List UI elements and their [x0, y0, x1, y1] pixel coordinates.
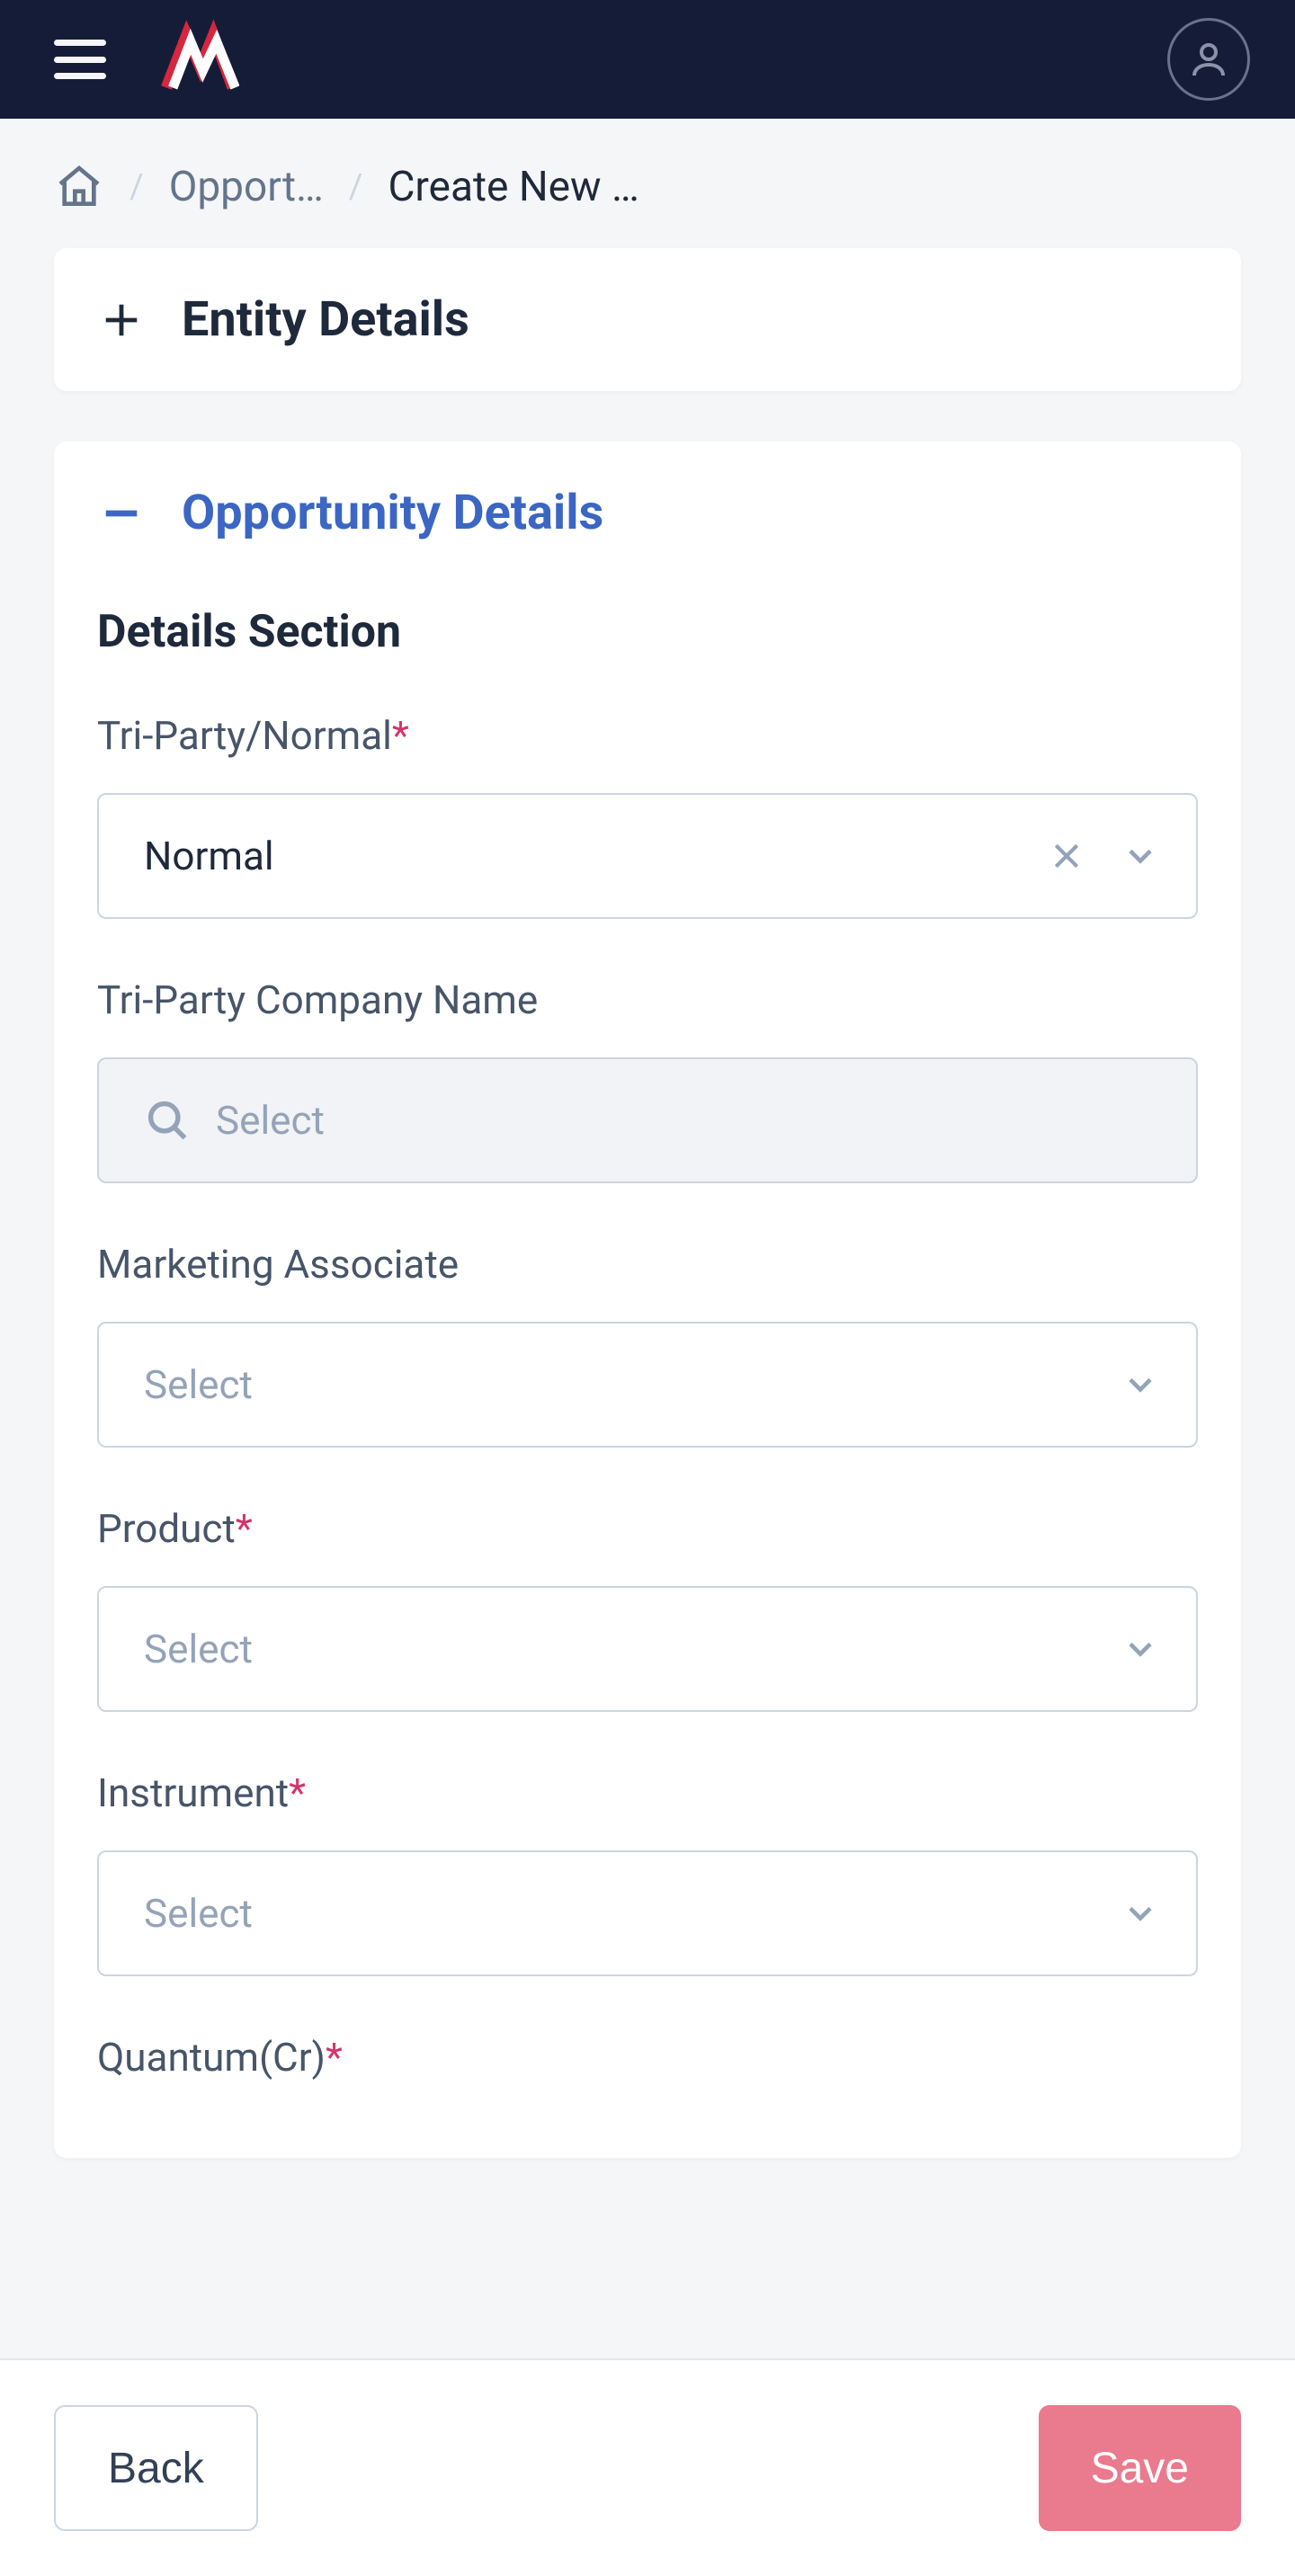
- label-triparty-company: Tri-Party Company Name: [97, 976, 1198, 1023]
- select-triparty-normal[interactable]: Normal: [97, 793, 1198, 919]
- footer-bar: Back Save: [0, 2358, 1295, 2576]
- entity-details-card: Entity Details: [54, 248, 1241, 391]
- select-instrument[interactable]: Select: [97, 1850, 1198, 1976]
- select-product[interactable]: Select: [97, 1586, 1198, 1712]
- opportunity-details-body: Details Section Tri-Party/Normal* Normal: [54, 606, 1241, 2158]
- save-button[interactable]: Save: [1039, 2405, 1241, 2531]
- field-triparty-company: Tri-Party Company Name Select: [97, 976, 1198, 1183]
- breadcrumb: / Opport… / Create New …: [0, 119, 1295, 248]
- menu-icon[interactable]: [54, 40, 106, 79]
- select-instrument-placeholder: Select: [144, 1890, 1121, 1937]
- label-triparty-normal: Tri-Party/Normal*: [97, 712, 1198, 759]
- label-instrument: Instrument*: [97, 1769, 1198, 1816]
- field-triparty-normal: Tri-Party/Normal* Normal: [97, 712, 1198, 919]
- header-left: [54, 19, 239, 100]
- breadcrumb-opportunities[interactable]: Opport…: [169, 163, 324, 211]
- chevron-down-icon[interactable]: [1121, 1365, 1160, 1404]
- label-marketing-associate: Marketing Associate: [97, 1241, 1198, 1288]
- select-marketing-associate[interactable]: Select: [97, 1322, 1198, 1448]
- chevron-down-icon[interactable]: [1121, 1629, 1160, 1669]
- opportunity-details-card: Opportunity Details Details Section Tri-…: [54, 441, 1241, 2158]
- label-product: Product*: [97, 1505, 1198, 1552]
- field-marketing-associate: Marketing Associate Select: [97, 1241, 1198, 1448]
- app-logo: [158, 19, 239, 100]
- opportunity-details-title: Opportunity Details: [182, 485, 603, 541]
- breadcrumb-separator: /: [349, 167, 363, 207]
- details-section-heading: Details Section: [97, 606, 1198, 658]
- back-button[interactable]: Back: [54, 2405, 258, 2531]
- field-instrument: Instrument* Select: [97, 1769, 1198, 1976]
- entity-details-title: Entity Details: [182, 291, 469, 348]
- opportunity-details-toggle[interactable]: Opportunity Details: [54, 441, 1241, 584]
- select-product-placeholder: Select: [144, 1626, 1121, 1672]
- home-icon[interactable]: [54, 162, 104, 212]
- select-triparty-company[interactable]: Select: [97, 1057, 1198, 1183]
- label-quantum: Quantum(Cr)*: [97, 2034, 1198, 2081]
- minus-icon: [101, 493, 142, 534]
- breadcrumb-separator: /: [130, 167, 144, 207]
- plus-icon: [101, 299, 142, 341]
- field-product: Product* Select: [97, 1505, 1198, 1712]
- search-icon: [144, 1097, 191, 1144]
- select-marketing-associate-placeholder: Select: [144, 1361, 1121, 1408]
- chevron-down-icon[interactable]: [1121, 1894, 1160, 1933]
- clear-icon[interactable]: [1049, 838, 1085, 874]
- entity-details-toggle[interactable]: Entity Details: [54, 248, 1241, 391]
- field-quantum: Quantum(Cr)*: [97, 2034, 1198, 2081]
- chevron-down-icon[interactable]: [1121, 836, 1160, 876]
- user-avatar-icon[interactable]: [1167, 18, 1250, 101]
- select-triparty-company-placeholder: Select: [216, 1097, 325, 1144]
- select-triparty-normal-value: Normal: [144, 833, 1049, 879]
- app-header: [0, 0, 1295, 119]
- breadcrumb-current: Create New …: [388, 163, 639, 211]
